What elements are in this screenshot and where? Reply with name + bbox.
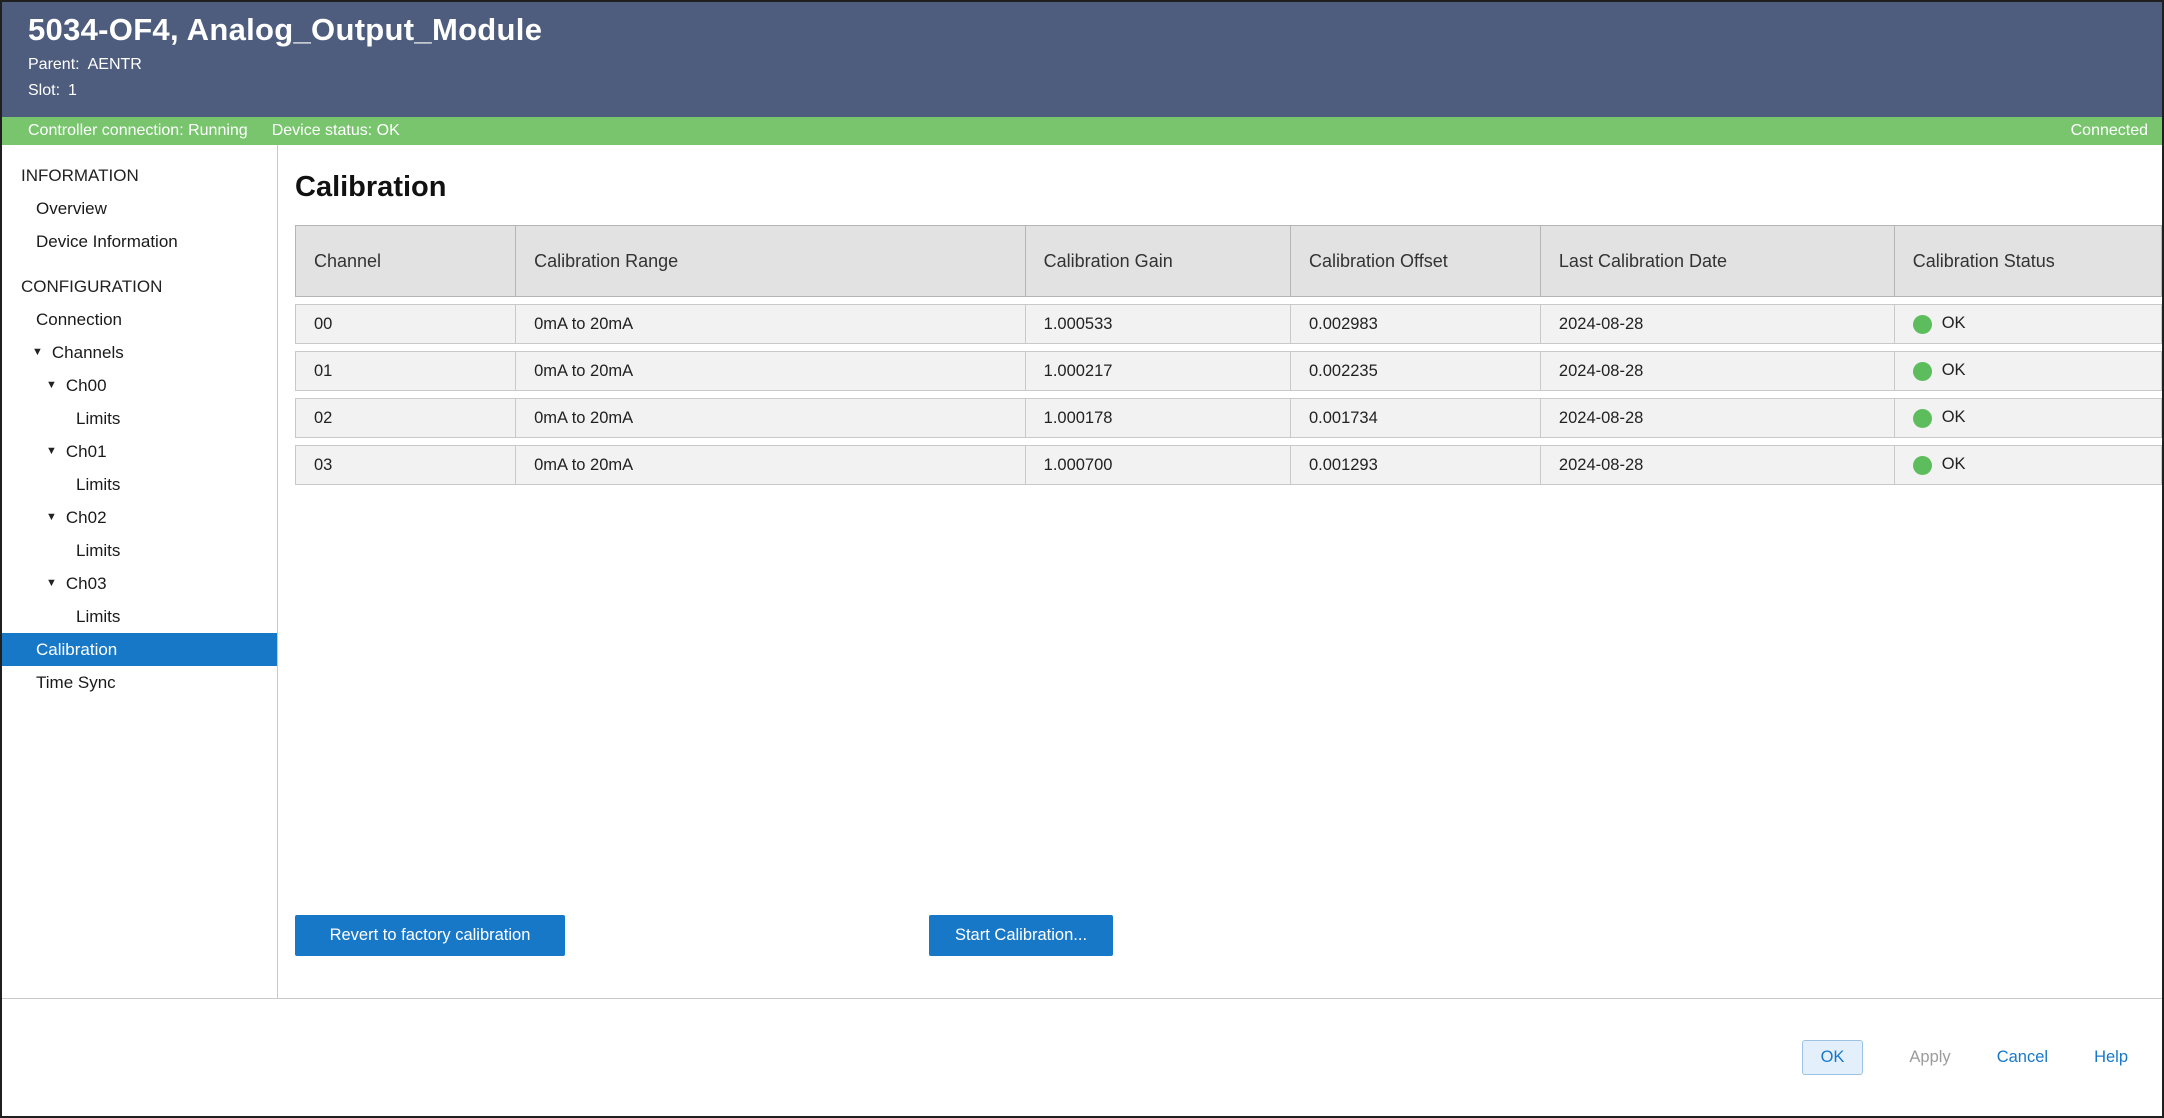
sidebar-item-ch03-limits[interactable]: Limits bbox=[2, 600, 277, 633]
content-title: Calibration bbox=[295, 171, 2162, 204]
parent-label: Parent: bbox=[28, 56, 80, 73]
cell-offset: 0.002983 bbox=[1291, 304, 1541, 344]
cell-channel: 02 bbox=[295, 398, 516, 438]
cell-channel: 03 bbox=[295, 445, 516, 485]
status-ok-icon bbox=[1913, 362, 1932, 381]
table-row: 01 0mA to 20mA 1.000217 0.002235 2024-08… bbox=[295, 351, 2162, 391]
sidebar-item-ch00-limits[interactable]: Limits bbox=[2, 402, 277, 435]
col-last-calibration-date: Last Calibration Date bbox=[1541, 225, 1895, 297]
cell-range: 0mA to 20mA bbox=[516, 351, 1026, 391]
sidebar-item-calibration[interactable]: Calibration bbox=[2, 633, 277, 666]
module-properties-window: 5034-OF4, Analog_Output_Module Parent: AE… bbox=[0, 0, 2164, 1118]
cell-status: OK bbox=[1895, 398, 2162, 438]
sidebar-item-ch00[interactable]: ▼ Ch00 bbox=[2, 369, 277, 402]
col-calibration-status: Calibration Status bbox=[1895, 225, 2162, 297]
sidebar-item-device-information[interactable]: Device Information bbox=[2, 225, 277, 258]
controller-connection-status: Controller connection: Running bbox=[28, 122, 248, 140]
cell-channel: 00 bbox=[295, 304, 516, 344]
status-ok-icon bbox=[1913, 409, 1932, 428]
revert-factory-calibration-button[interactable]: Revert to factory calibration bbox=[295, 915, 565, 956]
cell-offset: 0.001293 bbox=[1291, 445, 1541, 485]
cancel-button[interactable]: Cancel bbox=[1997, 1048, 2048, 1067]
device-status: Device status: OK bbox=[272, 122, 400, 140]
sidebar-item-channels[interactable]: ▼ Channels bbox=[2, 336, 277, 369]
help-button[interactable]: Help bbox=[2094, 1048, 2128, 1067]
sidebar-item-label: Ch00 bbox=[66, 376, 107, 396]
cell-status: OK bbox=[1895, 445, 2162, 485]
cell-offset: 0.001734 bbox=[1291, 398, 1541, 438]
cell-date: 2024-08-28 bbox=[1541, 351, 1895, 391]
sidebar-item-connection[interactable]: Connection bbox=[2, 303, 277, 336]
table-row: 00 0mA to 20mA 1.000533 0.002983 2024-08… bbox=[295, 304, 2162, 344]
cell-range: 0mA to 20mA bbox=[516, 445, 1026, 485]
cell-range: 0mA to 20mA bbox=[516, 398, 1026, 438]
status-badge: OK bbox=[1942, 315, 1966, 333]
status-badge: OK bbox=[1942, 362, 1966, 380]
cell-status: OK bbox=[1895, 304, 2162, 344]
start-calibration-button[interactable]: Start Calibration... bbox=[929, 915, 1113, 956]
page-title: 5034-OF4, Analog_Output_Module bbox=[28, 12, 2136, 48]
status-badge: OK bbox=[1942, 409, 1966, 427]
connection-state-badge: Connected bbox=[2071, 122, 2148, 140]
slot-info: Slot: 1 bbox=[28, 82, 2136, 100]
table-row: 03 0mA to 20mA 1.000700 0.001293 2024-08… bbox=[295, 445, 2162, 485]
chevron-down-icon[interactable]: ▼ bbox=[32, 347, 43, 358]
col-calibration-range: Calibration Range bbox=[516, 225, 1026, 297]
sidebar-item-label: Ch01 bbox=[66, 442, 107, 462]
col-calibration-gain: Calibration Gain bbox=[1026, 225, 1291, 297]
chevron-down-icon[interactable]: ▼ bbox=[46, 446, 57, 457]
slot-value: 1 bbox=[68, 82, 77, 99]
ok-button[interactable]: OK bbox=[1802, 1040, 1864, 1075]
sidebar: INFORMATION Overview Device Information … bbox=[2, 145, 278, 998]
sidebar-item-time-sync[interactable]: Time Sync bbox=[2, 666, 277, 699]
parent-info: Parent: AENTR bbox=[28, 56, 2136, 74]
chevron-down-icon[interactable]: ▼ bbox=[46, 512, 57, 523]
body: INFORMATION Overview Device Information … bbox=[2, 145, 2162, 998]
parent-value: AENTR bbox=[88, 56, 142, 73]
status-ok-icon bbox=[1913, 315, 1932, 334]
status-badge: OK bbox=[1942, 456, 1966, 474]
chevron-down-icon[interactable]: ▼ bbox=[46, 578, 57, 589]
status-bar-left: Controller connection: Running Device st… bbox=[28, 122, 400, 140]
status-ok-icon bbox=[1913, 456, 1932, 475]
cell-offset: 0.002235 bbox=[1291, 351, 1541, 391]
cell-date: 2024-08-28 bbox=[1541, 445, 1895, 485]
sidebar-item-label: Channels bbox=[52, 343, 124, 363]
cell-channel: 01 bbox=[295, 351, 516, 391]
sidebar-item-ch02[interactable]: ▼ Ch02 bbox=[2, 501, 277, 534]
sidebar-item-ch01[interactable]: ▼ Ch01 bbox=[2, 435, 277, 468]
sidebar-item-label: Ch02 bbox=[66, 508, 107, 528]
cell-date: 2024-08-28 bbox=[1541, 398, 1895, 438]
calibration-table: Channel Calibration Range Calibration Ga… bbox=[295, 218, 2162, 492]
sidebar-section-configuration: CONFIGURATION bbox=[2, 270, 277, 303]
sidebar-item-label: Ch03 bbox=[66, 574, 107, 594]
cell-gain: 1.000217 bbox=[1026, 351, 1291, 391]
sidebar-item-ch02-limits[interactable]: Limits bbox=[2, 534, 277, 567]
table-header-row: Channel Calibration Range Calibration Ga… bbox=[295, 225, 2162, 297]
cell-status: OK bbox=[1895, 351, 2162, 391]
col-calibration-offset: Calibration Offset bbox=[1291, 225, 1541, 297]
footer: OK Apply Cancel Help bbox=[2, 998, 2162, 1116]
cell-gain: 1.000700 bbox=[1026, 445, 1291, 485]
cell-range: 0mA to 20mA bbox=[516, 304, 1026, 344]
col-channel: Channel bbox=[295, 225, 516, 297]
content-panel: Calibration Channel Calibration Range Ca… bbox=[278, 145, 2162, 998]
cell-gain: 1.000178 bbox=[1026, 398, 1291, 438]
apply-button[interactable]: Apply bbox=[1909, 1048, 1950, 1067]
action-buttons: Revert to factory calibration Start Cali… bbox=[295, 915, 2162, 956]
sidebar-item-overview[interactable]: Overview bbox=[2, 192, 277, 225]
sidebar-item-ch03[interactable]: ▼ Ch03 bbox=[2, 567, 277, 600]
table-row: 02 0mA to 20mA 1.000178 0.001734 2024-08… bbox=[295, 398, 2162, 438]
chevron-down-icon[interactable]: ▼ bbox=[46, 380, 57, 391]
cell-date: 2024-08-28 bbox=[1541, 304, 1895, 344]
slot-label: Slot: bbox=[28, 82, 60, 99]
status-bar: Controller connection: Running Device st… bbox=[2, 117, 2162, 145]
header: 5034-OF4, Analog_Output_Module Parent: AE… bbox=[2, 2, 2162, 117]
sidebar-item-ch01-limits[interactable]: Limits bbox=[2, 468, 277, 501]
cell-gain: 1.000533 bbox=[1026, 304, 1291, 344]
sidebar-section-information: INFORMATION bbox=[2, 159, 277, 192]
